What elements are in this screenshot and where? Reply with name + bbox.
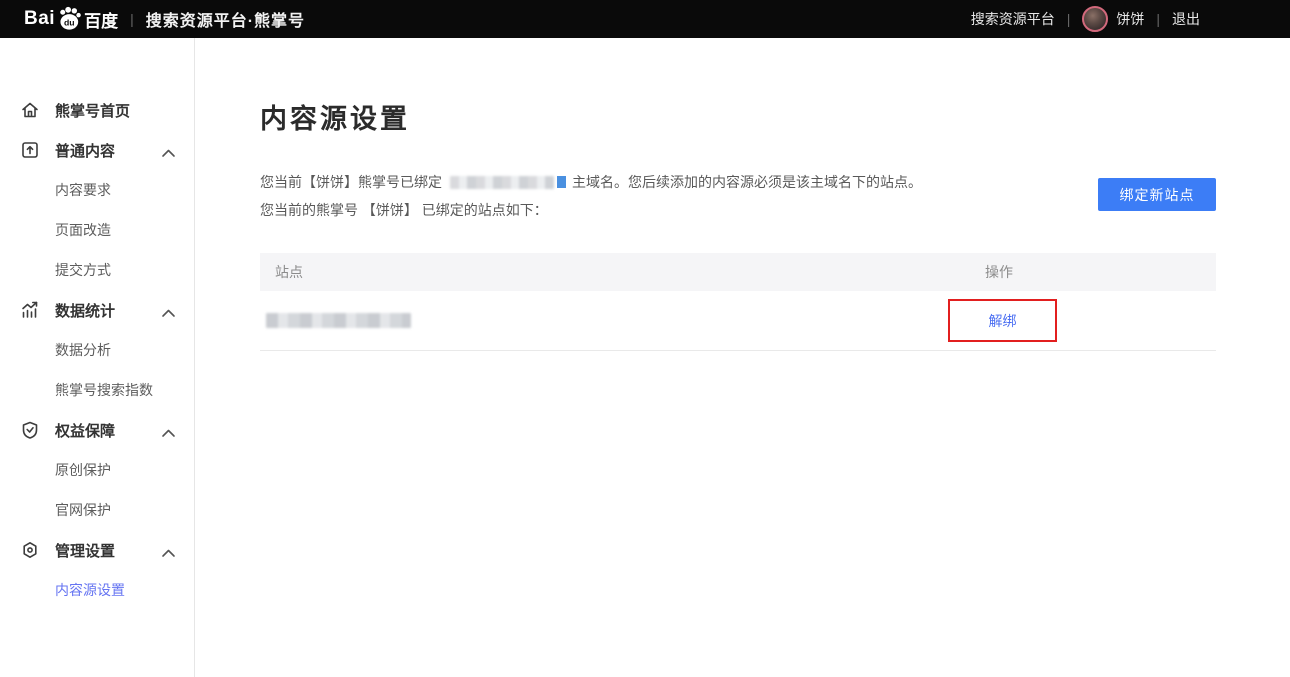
column-header-action: 操作: [948, 262, 1216, 282]
upload-icon: [20, 140, 40, 160]
sidebar-item-data-analysis[interactable]: 数据分析: [0, 330, 194, 370]
sidebar-item-rights-protection[interactable]: 权益保障: [0, 410, 194, 450]
baidu-paw-icon: du: [56, 5, 83, 32]
site-cell: [260, 313, 948, 328]
baidu-logo[interactable]: Bai du 百度: [24, 6, 118, 33]
intro-text: 您当前【饼饼】熊掌号已绑定 主域名。您后续添加的内容源必须是该主域名下的站点。 …: [260, 168, 922, 224]
table-row: 解绑: [260, 291, 1216, 351]
sidebar: 熊掌号首页 普通内容 内容要求 页面改造 提交方式 数据统计 数据分析 熊掌号搜…: [0, 38, 195, 677]
sidebar-item-page-transform[interactable]: 页面改造: [0, 210, 194, 250]
page-title: 内容源设置: [260, 97, 410, 136]
chevron-up-icon[interactable]: [161, 425, 176, 435]
redacted-domain: [450, 176, 554, 189]
user-menu[interactable]: 饼饼: [1082, 6, 1144, 32]
header-divider: |: [130, 11, 134, 27]
shield-icon: [20, 420, 40, 440]
header-divider: |: [1156, 11, 1160, 27]
sidebar-item-original-protection[interactable]: 原创保护: [0, 450, 194, 490]
sidebar-item-search-index[interactable]: 熊掌号搜索指数: [0, 370, 194, 410]
top-header: Bai du 百度 | 搜索资源平台·熊掌号 搜索资源平台 | 饼饼 | 退出: [0, 0, 1290, 38]
nav-platform-link[interactable]: 搜索资源平台: [971, 9, 1055, 29]
user-avatar[interactable]: [1082, 6, 1108, 32]
username[interactable]: 饼饼: [1116, 9, 1144, 29]
gear-icon: [20, 540, 40, 560]
main-content: 内容源设置 您当前【饼饼】熊掌号已绑定 主域名。您后续添加的内容源必须是该主域名…: [196, 38, 1290, 677]
red-annotation-box: 解绑: [948, 299, 1057, 342]
intro-line-1: 您当前【饼饼】熊掌号已绑定 主域名。您后续添加的内容源必须是该主域名下的站点。: [260, 168, 922, 196]
action-cell: 解绑: [948, 299, 1216, 342]
intro-line-2: 您当前的熊掌号 【饼饼】 已绑定的站点如下：: [260, 196, 922, 224]
table-header-row: 站点 操作: [260, 253, 1216, 291]
sites-table: 站点 操作 解绑: [260, 253, 1216, 351]
sidebar-item-manage-settings[interactable]: 管理设置: [0, 530, 194, 570]
chevron-up-icon[interactable]: [161, 545, 176, 555]
chart-icon: [20, 300, 40, 320]
sidebar-item-official-site-protection[interactable]: 官网保护: [0, 490, 194, 530]
redacted-site-url: [266, 313, 411, 328]
sidebar-item-normal-content[interactable]: 普通内容: [0, 130, 194, 170]
sidebar-item-content-requirements[interactable]: 内容要求: [0, 170, 194, 210]
text-cursor: [557, 176, 566, 188]
product-name: 搜索资源平台·熊掌号: [146, 7, 305, 31]
sidebar-item-content-source-settings[interactable]: 内容源设置: [0, 570, 194, 610]
chevron-up-icon[interactable]: [161, 145, 176, 155]
logout-link[interactable]: 退出: [1172, 9, 1200, 29]
svg-text:du: du: [64, 17, 75, 27]
chevron-up-icon[interactable]: [161, 305, 176, 315]
baidu-logo-text: Bai: [24, 8, 55, 30]
header-divider: |: [1067, 11, 1071, 27]
bind-new-site-button[interactable]: 绑定新站点: [1098, 178, 1216, 211]
unbind-link[interactable]: 解绑: [989, 311, 1017, 331]
home-icon: [20, 100, 40, 120]
sidebar-item-data-stats[interactable]: 数据统计: [0, 290, 194, 330]
sidebar-item-submit-method[interactable]: 提交方式: [0, 250, 194, 290]
sidebar-item-home[interactable]: 熊掌号首页: [0, 90, 194, 130]
baidu-logo-cn: 百度: [84, 7, 118, 32]
column-header-site: 站点: [260, 262, 948, 282]
